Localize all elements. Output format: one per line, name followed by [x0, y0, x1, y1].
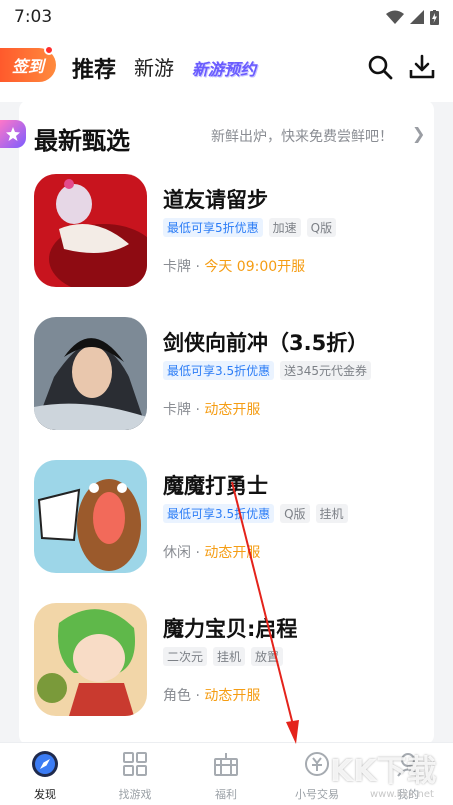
nav-item-welfare[interactable]: 福利 — [191, 749, 261, 802]
battery-icon — [430, 9, 439, 25]
gift-icon — [214, 753, 238, 776]
nav-item-discover[interactable]: 发现 — [10, 749, 80, 802]
game-thumbnail[interactable] — [34, 460, 147, 573]
watermark-logo: KK下载 — [330, 754, 437, 789]
game-tag: 放置 — [251, 647, 284, 666]
game-tag: Q版 — [280, 504, 310, 523]
game-tags: 最低可享3.5折优惠 Q版 挂机 — [163, 504, 348, 523]
server-open-time: 动态开服 — [204, 545, 261, 561]
signal-icon — [410, 10, 424, 24]
nav-item-find-games[interactable]: 找游戏 — [100, 749, 170, 802]
search-icon[interactable] — [367, 54, 393, 80]
trade-icon — [305, 752, 329, 776]
section-more-link[interactable]: 新鲜出炉，快来免费尝鲜吧！ — [211, 126, 393, 146]
meta-separator: · — [191, 402, 205, 418]
game-title: 剑侠向前冲（3.5折） — [163, 331, 369, 355]
server-open-time: 今天 09:00开服 — [204, 259, 306, 275]
watermark-url: www.kkx.net — [370, 789, 434, 800]
discount-tag: 最低可享3.5折优惠 — [163, 361, 275, 380]
section-title: 最新甄选 — [34, 127, 130, 155]
game-tags: 最低可享3.5折优惠 送345元代金券 — [163, 361, 371, 380]
status-icons — [386, 9, 439, 25]
game-tags: 二次元 挂机 放置 — [163, 647, 284, 666]
discount-tag: 最低可享3.5折优惠 — [163, 504, 275, 523]
game-title: 魔力宝贝:启程 — [163, 617, 298, 641]
download-icon[interactable] — [409, 54, 435, 80]
game-tag: 挂机 — [213, 647, 246, 666]
nav-label: 发现 — [34, 788, 56, 801]
game-list-item[interactable]: 剑侠向前冲（3.5折） 最低可享3.5折优惠 送345元代金券 卡牌 · 动态开… — [34, 317, 424, 437]
game-meta: 卡牌 · 今天 09:00开服 — [163, 256, 305, 276]
game-thumbnail[interactable] — [34, 603, 147, 716]
game-category: 休闲 — [163, 545, 191, 561]
game-meta: 角色 · 动态开服 — [163, 685, 260, 705]
game-title: 魔魔打勇士 — [163, 474, 268, 498]
server-open-time: 动态开服 — [204, 688, 261, 704]
tab-new-game-reservation[interactable]: 新游预约 — [192, 56, 256, 80]
grid-icon — [123, 752, 147, 776]
star-badge-icon — [0, 120, 26, 148]
game-tag: Q版 — [306, 218, 337, 237]
game-list-item[interactable]: 魔魔打勇士 最低可享3.5折优惠 Q版 挂机 休闲 · 动态开服 — [34, 460, 424, 580]
signin-button[interactable]: 签到 — [0, 45, 56, 82]
game-meta: 休闲 · 动态开服 — [163, 542, 260, 562]
notification-dot — [44, 45, 54, 55]
wifi-icon — [386, 10, 404, 24]
game-tag: 挂机 — [315, 504, 348, 523]
status-time: 7:03 — [14, 7, 53, 27]
meta-separator: · — [191, 545, 205, 561]
nav-label: 福利 — [215, 788, 237, 801]
server-open-time: 动态开服 — [204, 402, 261, 418]
signin-label: 签到 — [11, 57, 44, 76]
tab-new-games[interactable]: 新游 — [134, 52, 174, 81]
top-header: 签到 推荐 新游 新游预约 — [0, 34, 453, 102]
status-bar: 7:03 — [0, 0, 453, 34]
meta-separator: · — [191, 688, 205, 704]
game-category: 卡牌 — [163, 259, 191, 275]
game-tag: 二次元 — [163, 647, 208, 666]
game-tag: 加速 — [268, 218, 301, 237]
discount-tag: 最低可享5折优惠 — [163, 218, 263, 237]
game-tags: 最低可享5折优惠 加速 Q版 — [163, 218, 337, 237]
voucher-tag: 送345元代金券 — [280, 361, 371, 380]
game-category: 角色 — [163, 688, 191, 704]
game-title: 道友请留步 — [163, 188, 268, 212]
game-meta: 卡牌 · 动态开服 — [163, 399, 260, 419]
chevron-right-icon[interactable]: ❯ — [412, 124, 425, 143]
game-list-item[interactable]: 魔力宝贝:启程 二次元 挂机 放置 角色 · 动态开服 — [34, 603, 424, 723]
game-thumbnail[interactable] — [34, 174, 147, 287]
game-thumbnail[interactable] — [34, 317, 147, 430]
game-category: 卡牌 — [163, 402, 191, 418]
game-list-item[interactable]: 道友请留步 最低可享5折优惠 加速 Q版 卡牌 · 今天 09:00开服 — [34, 174, 424, 294]
nav-label: 找游戏 — [118, 788, 152, 801]
tab-recommend[interactable]: 推荐 — [72, 52, 116, 84]
meta-separator: · — [191, 259, 205, 275]
compass-icon — [32, 751, 58, 777]
